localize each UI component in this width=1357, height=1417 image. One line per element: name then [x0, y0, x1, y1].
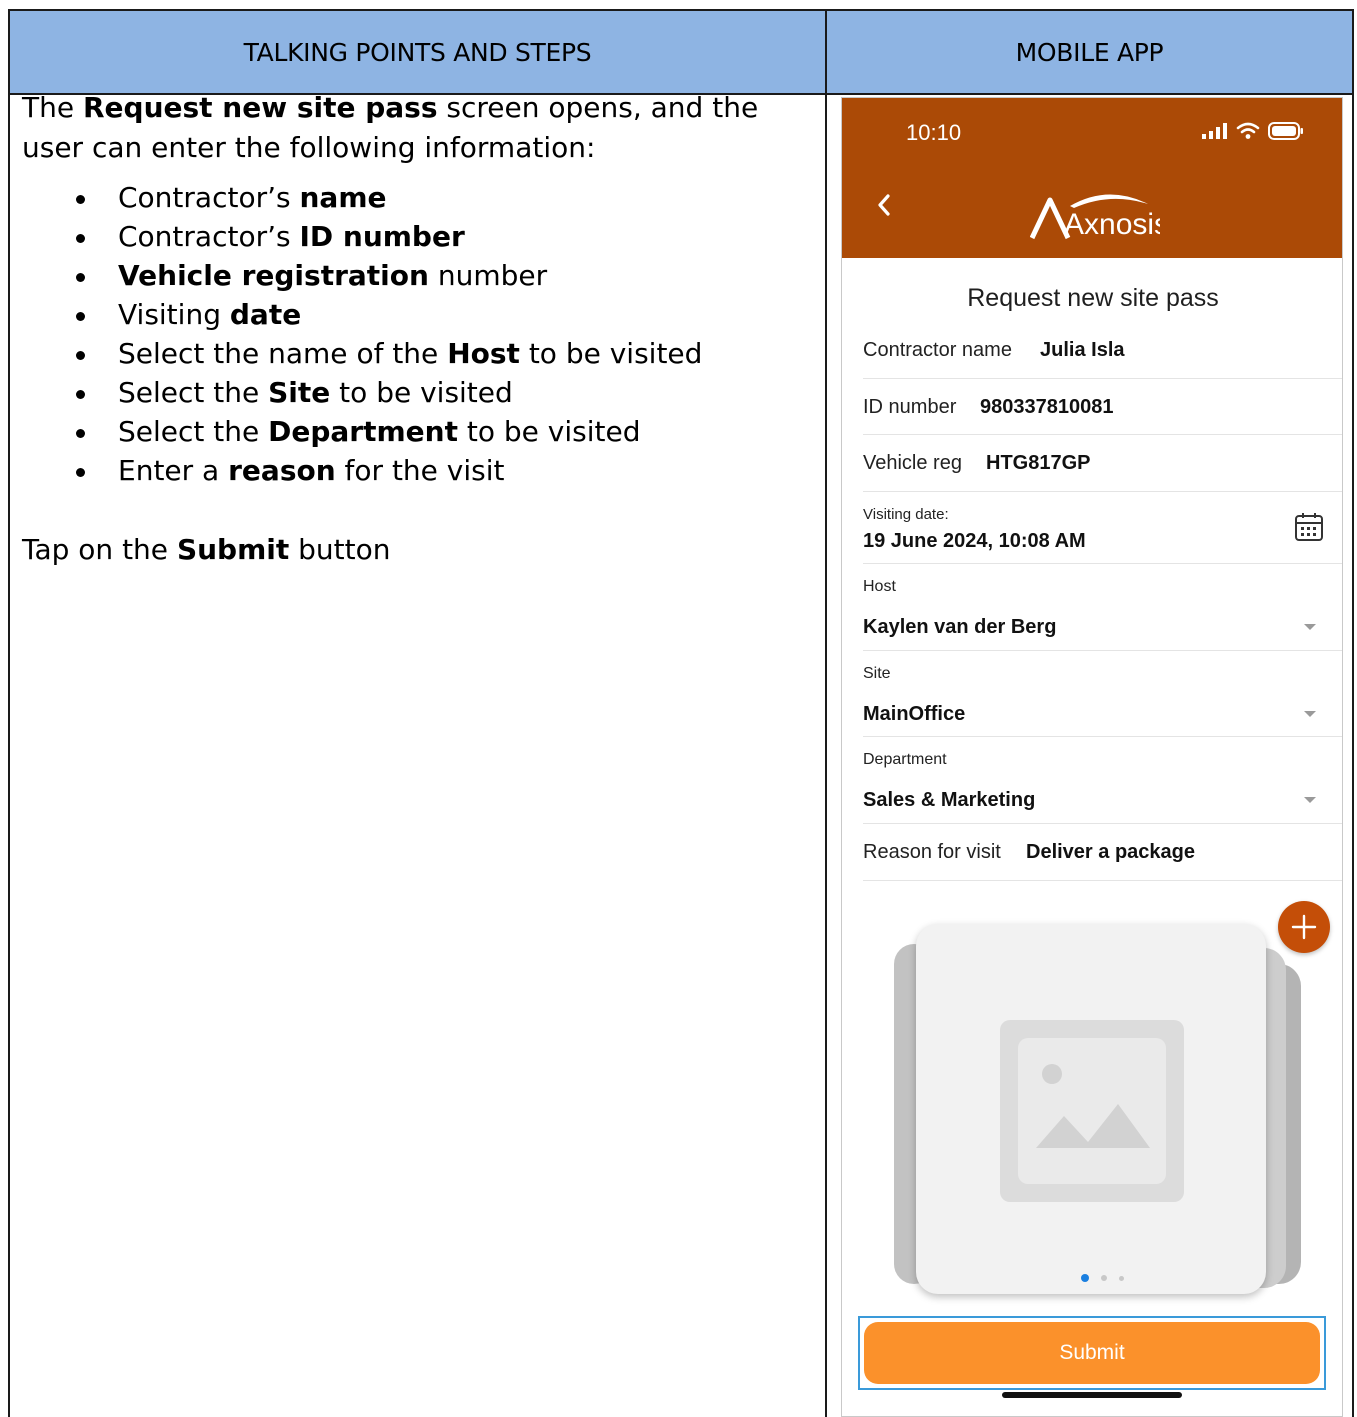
id-number-label: ID number	[863, 396, 957, 418]
outro-paragraph: Tap on the Submit button	[22, 530, 802, 570]
table-header-row: TALKING POINTS AND STEPS MOBILE APP	[10, 11, 1352, 95]
step-bold: Department	[268, 415, 458, 448]
step-text: Contractor’s	[118, 220, 300, 253]
home-indicator	[1002, 1392, 1182, 1398]
step-text: to be visited	[330, 376, 513, 409]
submit-highlight: Submit	[858, 1316, 1326, 1390]
add-photo-button[interactable]	[1278, 901, 1330, 953]
contractor-name-label: Contractor name	[863, 339, 1012, 361]
contractor-name-row[interactable]: Contractor name Julia Isla	[863, 322, 1342, 379]
department-select-row[interactable]: Department Sales & Marketing	[863, 737, 1342, 824]
carousel-dot[interactable]	[1118, 1275, 1124, 1281]
step-text: to be visited	[519, 337, 703, 370]
steps-list: Contractor’s name Contractor’s ID number…	[76, 178, 802, 490]
image-placeholder-icon	[1000, 1020, 1184, 1202]
visiting-date-label: Visiting date:	[863, 506, 949, 523]
calendar-icon[interactable]	[1294, 512, 1324, 542]
step-bold: Host	[447, 337, 520, 370]
step-item: Select the name of the Host to be visite…	[76, 334, 802, 373]
step-item: Select the Department to be visited	[76, 412, 802, 451]
photo-card[interactable]	[916, 924, 1266, 1294]
step-bold: ID number	[299, 220, 465, 253]
back-chevron-icon[interactable]	[872, 190, 896, 220]
step-item: Contractor’s name	[76, 178, 802, 217]
vehicle-reg-label: Vehicle reg	[863, 452, 962, 474]
intro-text-bold: Request new site pass	[82, 91, 438, 124]
step-text: Contractor’s	[118, 181, 300, 214]
signal-icon	[1202, 123, 1227, 139]
step-text: Select the	[118, 415, 269, 448]
step-bold: date	[229, 298, 302, 331]
column-divider	[825, 11, 827, 1417]
step-text: Visiting	[118, 298, 230, 331]
host-select-row[interactable]: Host Kaylen van der Berg	[863, 564, 1342, 651]
step-bold: Vehicle registration	[118, 259, 429, 292]
visiting-date-value[interactable]: 19 June 2024, 10:08 AM	[863, 530, 1086, 553]
status-icons	[1202, 122, 1304, 140]
step-bold: Site	[268, 376, 331, 409]
header-talking-points: TALKING POINTS AND STEPS	[243, 37, 592, 67]
intro-paragraph: The Request new site pass screen opens, …	[22, 88, 802, 168]
talking-points-cell: The Request new site pass screen opens, …	[22, 88, 802, 570]
outro-text-pre: Tap on the	[22, 533, 177, 566]
wifi-icon	[1236, 122, 1260, 139]
outro-text-post: button	[289, 533, 391, 566]
axnosis-logo: Axnosis	[1030, 194, 1160, 240]
department-label: Department	[863, 751, 947, 768]
site-dropdown-caret-icon[interactable]	[1304, 711, 1316, 717]
step-bold: reason	[228, 454, 336, 487]
step-item: Visiting date	[76, 295, 802, 334]
site-select-row[interactable]: Site MainOffice	[863, 651, 1342, 737]
carousel-dot[interactable]	[1100, 1275, 1107, 1281]
form-title: Request new site pass	[967, 284, 1219, 312]
step-bold: name	[299, 181, 387, 214]
department-dropdown-caret-icon[interactable]	[1304, 797, 1316, 803]
step-text: to be visited	[458, 415, 641, 448]
step-text: Enter a	[118, 454, 229, 487]
vehicle-reg-row[interactable]: Vehicle reg HTG817GP	[863, 435, 1342, 492]
id-number-value[interactable]: 980337810081	[980, 396, 1113, 419]
step-text: Select the name of the	[118, 337, 448, 370]
carousel-dots	[916, 1274, 1288, 1282]
site-label: Site	[863, 665, 891, 682]
app-header: 10:10 Axnosis	[842, 98, 1342, 258]
department-value[interactable]: Sales & Marketing	[863, 789, 1035, 812]
reason-label: Reason for visit	[863, 841, 1001, 863]
outro-text-bold: Submit	[176, 533, 290, 566]
intro-text-pre: The	[22, 91, 83, 124]
step-text: number	[428, 259, 548, 292]
photo-carousel[interactable]	[894, 924, 1306, 1300]
battery-icon	[1268, 122, 1303, 140]
step-item: Vehicle registration number	[76, 256, 802, 295]
header-mobile-app: MOBILE APP	[1015, 37, 1164, 67]
step-text: Select the	[118, 376, 269, 409]
contractor-name-value[interactable]: Julia Isla	[1040, 339, 1125, 362]
step-item: Select the Site to be visited	[76, 373, 802, 412]
visiting-date-row[interactable]: Visiting date: 19 June 2024, 10:08 AM	[863, 492, 1342, 564]
plus-icon	[1291, 914, 1317, 940]
step-item: Contractor’s ID number	[76, 217, 802, 256]
carousel-dot-active[interactable]	[1080, 1274, 1089, 1282]
reason-value[interactable]: Deliver a package	[1026, 841, 1195, 864]
reason-row[interactable]: Reason for visit Deliver a package	[863, 824, 1342, 881]
submit-button[interactable]: Submit	[864, 1322, 1320, 1384]
vehicle-reg-value[interactable]: HTG817GP	[986, 452, 1090, 475]
host-value[interactable]: Kaylen van der Berg	[863, 616, 1056, 639]
step-text: for the visit	[335, 454, 505, 487]
site-value[interactable]: MainOffice	[863, 703, 965, 726]
logo-text: Axnosis	[1064, 208, 1160, 240]
host-label: Host	[863, 578, 896, 595]
status-time: 10:10	[906, 120, 962, 145]
phone-screenshot: 10:10 Axnosis Request new site pass Cont…	[841, 97, 1343, 1417]
id-number-row[interactable]: ID number 980337810081	[863, 379, 1342, 435]
step-item: Enter a reason for the visit	[76, 451, 802, 490]
host-dropdown-caret-icon[interactable]	[1304, 624, 1316, 630]
